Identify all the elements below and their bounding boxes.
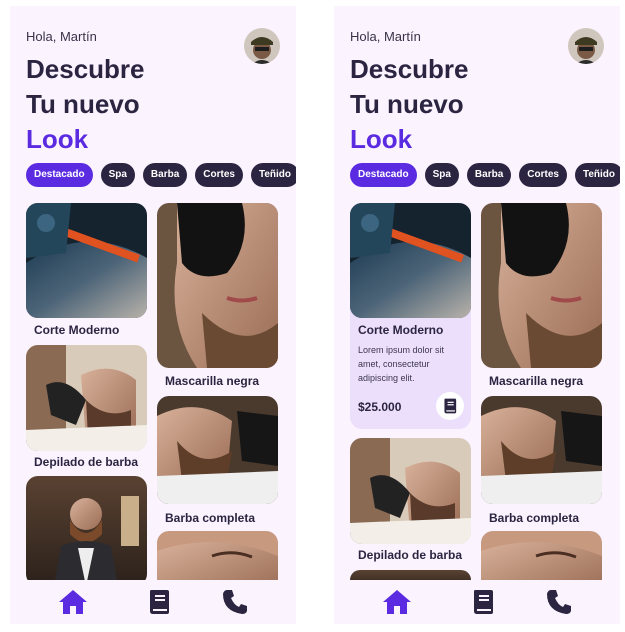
service-card-corte-moderno-expanded[interactable]: Corte Moderno Lorem ipsum dolor sit amet… bbox=[350, 203, 471, 429]
avatar[interactable] bbox=[244, 28, 280, 64]
service-card-corte-moderno[interactable]: Corte Moderno bbox=[26, 203, 147, 343]
phone-icon[interactable] bbox=[220, 588, 250, 616]
chip-barba[interactable]: Barba bbox=[466, 163, 512, 187]
greeting: Hola, Martín bbox=[26, 29, 97, 44]
headline-line-2: Tu nuevo bbox=[350, 89, 464, 119]
service-image bbox=[157, 396, 278, 504]
service-image bbox=[350, 203, 471, 318]
service-image bbox=[481, 396, 602, 504]
book-icon[interactable] bbox=[144, 588, 174, 616]
chip-spa[interactable]: Spa bbox=[100, 163, 135, 187]
service-title: Depilado de barba bbox=[358, 548, 463, 562]
service-card-corte-clasico[interactable] bbox=[26, 476, 147, 586]
page-headline: Descubre Tu nuevo Look bbox=[350, 52, 469, 157]
service-image bbox=[26, 203, 147, 318]
bottom-nav bbox=[334, 580, 620, 624]
book-icon[interactable] bbox=[468, 588, 498, 616]
service-card-barba-completa[interactable]: Barba completa bbox=[157, 396, 278, 526]
service-title: Mascarilla negra bbox=[165, 374, 260, 388]
category-chips: Destacado Spa Barba Cortes Teñido bbox=[26, 163, 296, 187]
headline-line-1: Descubre bbox=[350, 54, 469, 84]
service-description: Lorem ipsum dolor sit amet, consectetur … bbox=[358, 345, 445, 383]
chip-cortes[interactable]: Cortes bbox=[519, 163, 567, 187]
book-icon bbox=[444, 398, 457, 414]
chip-tenido[interactable]: Teñido bbox=[574, 163, 620, 187]
headline-line-2: Tu nuevo bbox=[26, 89, 140, 119]
service-title: Barba completa bbox=[489, 511, 580, 525]
chip-spa[interactable]: Spa bbox=[424, 163, 459, 187]
service-image bbox=[26, 476, 147, 586]
service-image bbox=[481, 203, 602, 368]
service-price: $25.000 bbox=[358, 400, 402, 414]
home-icon[interactable] bbox=[382, 588, 412, 616]
service-card-mascarilla[interactable]: Mascarilla negra bbox=[157, 203, 278, 393]
service-card-depilado[interactable]: Depilado de barba bbox=[26, 345, 147, 473]
app-screen-expanded: Hola, Martín Descubre Tu nuevo Look Dest… bbox=[334, 6, 620, 624]
bottom-nav bbox=[10, 580, 296, 624]
app-screen-collapsed: Hola, Martín Descubre Tu nuevo Look Dest… bbox=[10, 6, 296, 624]
headline-accent: Look bbox=[26, 124, 89, 154]
service-card-depilado[interactable]: Depilado de barba bbox=[350, 438, 471, 566]
chip-destacado[interactable]: Destacado bbox=[350, 163, 417, 187]
headline-accent: Look bbox=[350, 124, 413, 154]
avatar[interactable] bbox=[568, 28, 604, 64]
service-title: Barba completa bbox=[165, 511, 256, 525]
chip-barba[interactable]: Barba bbox=[142, 163, 188, 187]
service-title: Corte Moderno bbox=[34, 323, 120, 337]
chip-cortes[interactable]: Cortes bbox=[195, 163, 243, 187]
category-chips: Destacado Spa Barba Cortes Teñido bbox=[350, 163, 620, 187]
chip-destacado[interactable]: Destacado bbox=[26, 163, 93, 187]
greeting: Hola, Martín bbox=[350, 29, 421, 44]
service-title: Depilado de barba bbox=[34, 455, 139, 469]
service-image bbox=[350, 438, 471, 544]
page-headline: Descubre Tu nuevo Look bbox=[26, 52, 145, 157]
service-image bbox=[26, 345, 147, 451]
service-title: Mascarilla negra bbox=[489, 374, 584, 388]
home-icon[interactable] bbox=[58, 588, 88, 616]
service-card-barba-completa[interactable]: Barba completa bbox=[481, 396, 602, 526]
phone-icon[interactable] bbox=[544, 588, 574, 616]
book-button[interactable] bbox=[436, 392, 464, 420]
service-card-mascarilla[interactable]: Mascarilla negra bbox=[481, 203, 602, 393]
service-image bbox=[157, 203, 278, 368]
headline-line-1: Descubre bbox=[26, 54, 145, 84]
service-title: Corte Moderno bbox=[358, 323, 444, 337]
chip-tenido[interactable]: Teñido bbox=[250, 163, 296, 187]
